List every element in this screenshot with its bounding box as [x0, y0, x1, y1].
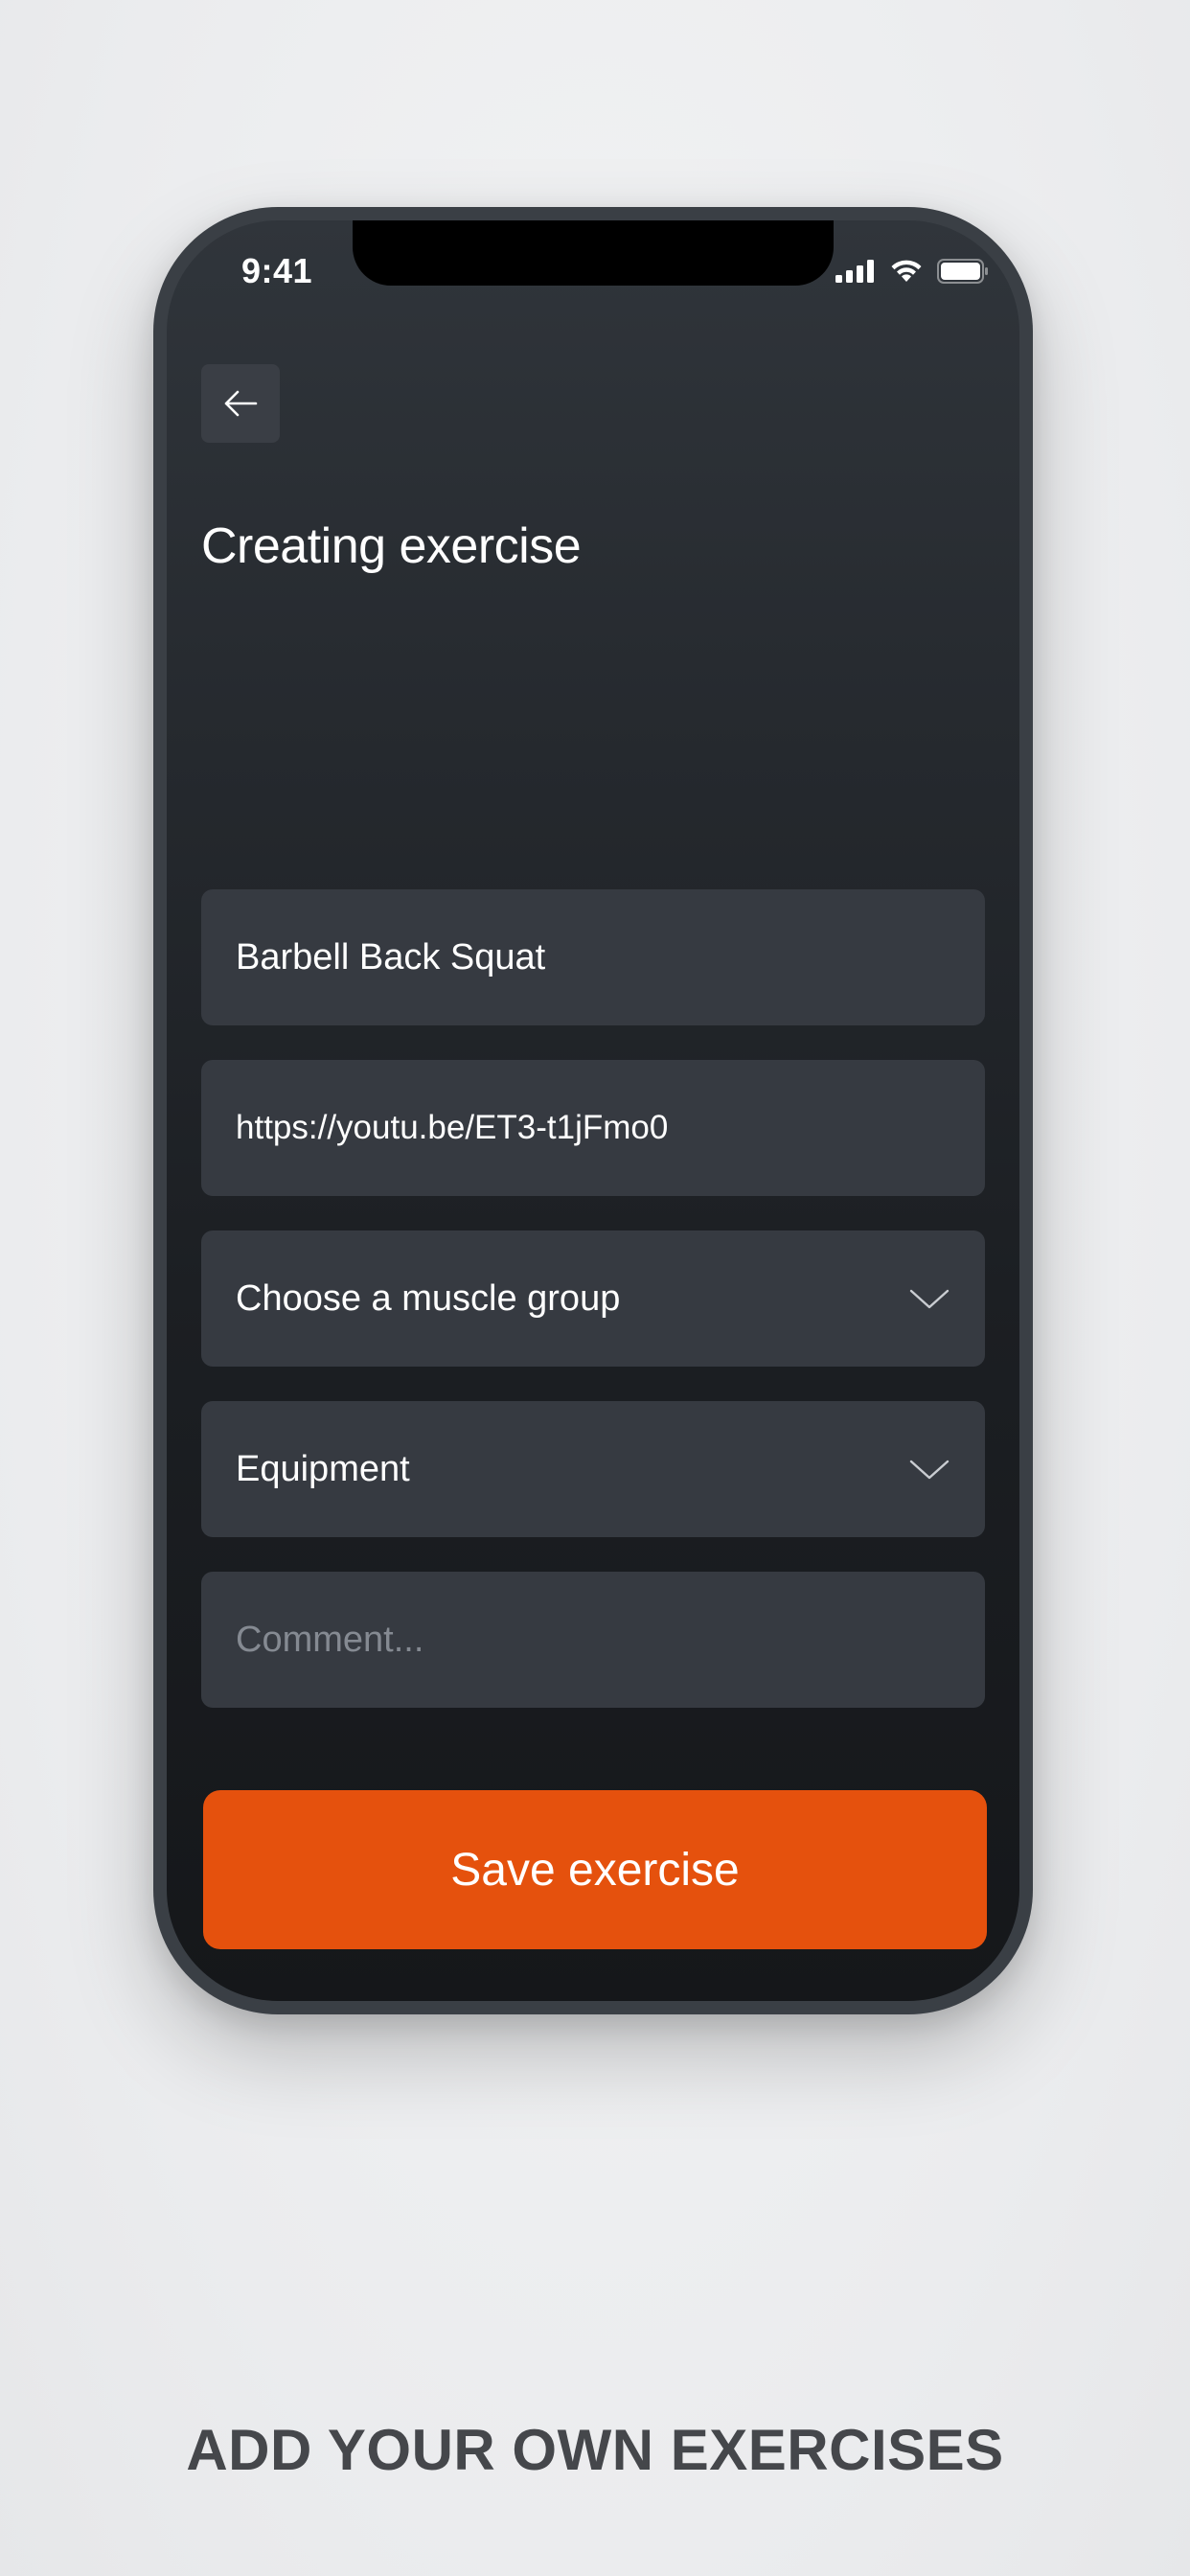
- muscle-group-select[interactable]: Choose a muscle group: [201, 1230, 985, 1367]
- equipment-label: Equipment: [236, 1448, 410, 1489]
- video-url-value: https://youtu.be/ET3-t1jFmo0: [236, 1109, 669, 1146]
- exercise-name-input[interactable]: Barbell Back Squat: [201, 889, 985, 1025]
- comment-input[interactable]: Comment...: [201, 1572, 985, 1708]
- comment-placeholder: Comment...: [236, 1619, 424, 1660]
- chevron-down-icon: [909, 1289, 950, 1309]
- battery-icon: [937, 259, 988, 284]
- wifi-icon: [891, 260, 922, 282]
- status-icons: [835, 259, 989, 284]
- phone-frame: 9:41 Creating exercise Barbell Back Squa…: [153, 207, 1033, 2014]
- promo-caption: ADD YOUR OWN EXERCISES: [186, 2418, 1004, 2482]
- muscle-group-label: Choose a muscle group: [236, 1277, 621, 1319]
- video-url-input[interactable]: https://youtu.be/ET3-t1jFmo0: [201, 1060, 985, 1196]
- device-notch: [353, 220, 834, 286]
- status-time: 9:41: [241, 251, 313, 290]
- equipment-select[interactable]: Equipment: [201, 1401, 985, 1537]
- page-title: Creating exercise: [201, 518, 582, 574]
- exercise-name-value: Barbell Back Squat: [236, 936, 546, 978]
- app-screen: 9:41 Creating exercise Barbell Back Squa…: [167, 220, 1019, 2001]
- chevron-down-icon: [909, 1460, 950, 1480]
- back-button[interactable]: [201, 364, 280, 443]
- save-exercise-button[interactable]: Save exercise: [203, 1790, 987, 1949]
- signal-icon: [835, 260, 874, 283]
- arrow-left-icon: [224, 390, 258, 417]
